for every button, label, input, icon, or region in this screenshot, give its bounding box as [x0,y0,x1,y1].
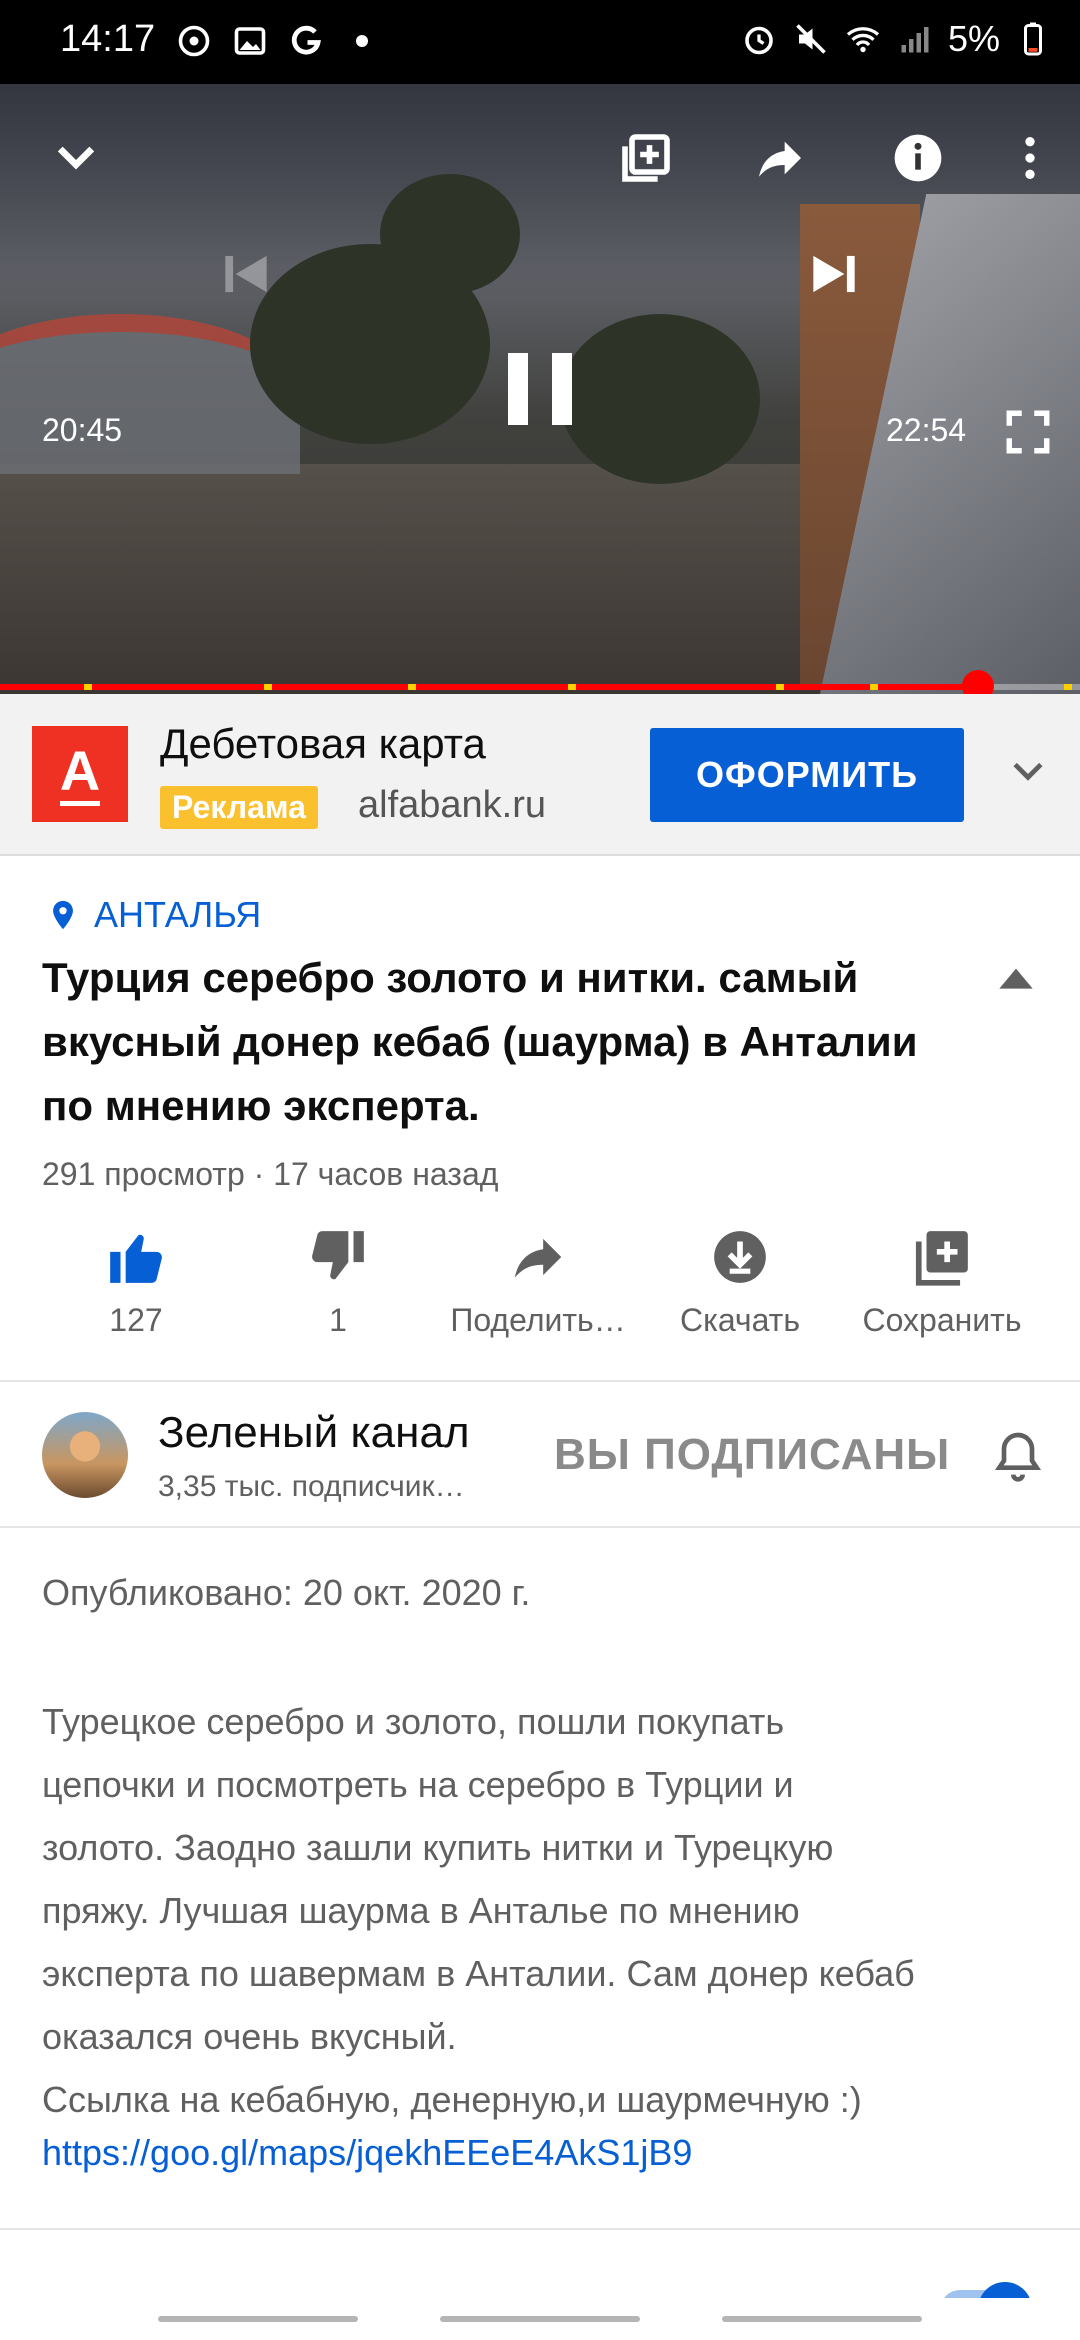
description-link[interactable]: https://goo.gl/maps/jqekhEEeE4AkS1jB9 [42,2132,692,2174]
divider [0,1526,1080,1528]
ad-marker [870,684,878,690]
seek-bar-played [0,684,979,690]
advertiser-logo: А [32,726,128,822]
ad-cta-button[interactable]: ОФОРМИТЬ [650,728,964,822]
ad-title: Дебетовая карта [160,720,486,767]
thumbs-down-icon [312,1231,364,1280]
info-button[interactable] [880,120,956,196]
dislike-button[interactable]: 1 [238,1226,438,1339]
description-line: пряжу. Лучшая шаурма в Анталье по мнению [42,1890,800,1931]
description-line: Турецкое серебро и золото, пошли покупат… [42,1701,785,1742]
video-player[interactable]: 20:45 22:54 [0,84,1080,694]
add-to-playlist-button[interactable] [608,120,684,196]
location-link[interactable]: АНТАЛЬЯ [46,894,261,936]
location-label: АНТАЛЬЯ [94,894,262,935]
video-meta: 291 просмотр · 17 часов назад [42,1156,499,1192]
seek-bar[interactable] [0,670,1080,694]
divider [0,1380,1080,1382]
download-icon [714,1231,766,1283]
duration: 22:54 [886,412,967,448]
nav-recent[interactable] [158,2316,358,2322]
ad-marker [408,684,416,690]
description-line: Ссылка на кебабную, денерную,и шаурмечну… [42,2079,862,2120]
bell-icon[interactable] [990,1426,1046,1486]
description-line: цепочки и посмотреть на серебро в Турции… [42,1764,794,1805]
fullscreen-button[interactable] [1000,404,1056,460]
system-nav-bar [0,2298,1080,2340]
channel-avatar[interactable] [42,1412,128,1498]
description-line: золото. Заодно зашли купить нитки и Туре… [42,1827,834,1868]
status-bar: 14:17 5% [0,0,1080,84]
ad-banner[interactable]: А Дебетовая карта Реклама alfabank.ru ОФ… [0,694,1080,856]
channel-name[interactable]: Зеленый канал [158,1408,470,1458]
pause-button[interactable] [490,329,590,449]
share-button[interactable] [742,120,818,196]
ad-marker [84,684,92,690]
more-options-button[interactable] [992,120,1068,196]
like-button[interactable]: 127 [36,1226,236,1339]
collapse-arrow-icon[interactable] [996,962,1036,992]
share-icon [514,1238,562,1278]
download-button[interactable]: Скачать [640,1226,840,1339]
chevron-down-icon[interactable] [1006,748,1050,792]
subscribed-button[interactable]: ВЫ ПОДПИСАНЫ [554,1430,950,1480]
save-button[interactable]: Сохранить [842,1226,1042,1339]
description-line: эксперта по шавермам в Анталии. Сам доне… [42,1953,915,1994]
sync-icon [175,22,213,60]
location-pin-icon [53,900,73,930]
share-action-button[interactable]: Поделить… [438,1226,638,1339]
minimize-button[interactable] [38,120,114,196]
nav-back[interactable] [722,2316,922,2322]
action-bar: 127 1 Поделить… Скачать Сохранить [0,1226,1080,1346]
battery-icon [1014,20,1052,58]
playlist-add-icon [915,1231,968,1286]
ad-domain: alfabank.ru [358,784,547,826]
ad-marker [264,684,272,690]
signal-icon [896,20,934,58]
g-icon [287,22,325,60]
gallery-icon [231,22,269,60]
ad-badge: Реклама [160,786,318,829]
nav-home[interactable] [440,2316,640,2322]
mute-icon [792,20,830,58]
description-text: Турецкое серебро и золото, пошли покупат… [42,1690,1042,2131]
video-title[interactable]: Турция серебро золото и нитки. самый вку… [42,946,942,1138]
description-line: оказался очень вкусный. [42,2016,457,2057]
previous-button[interactable] [206,214,286,334]
status-time: 14:17 [60,18,156,60]
battery-percent: 5% [947,18,1000,59]
published-date: Опубликовано: 20 окт. 2020 г. [42,1572,531,1613]
thumbs-up-icon [110,1234,162,1283]
wifi-icon [844,20,882,58]
next-button[interactable] [794,214,874,334]
current-time: 20:45 [42,412,123,448]
dot-icon [343,22,381,60]
ad-marker [568,684,576,690]
ad-marker [1064,684,1072,690]
channel-subscribers: 3,35 тыс. подписчик… [158,1470,465,1503]
alarm-icon [740,20,778,58]
ad-marker [776,684,784,690]
